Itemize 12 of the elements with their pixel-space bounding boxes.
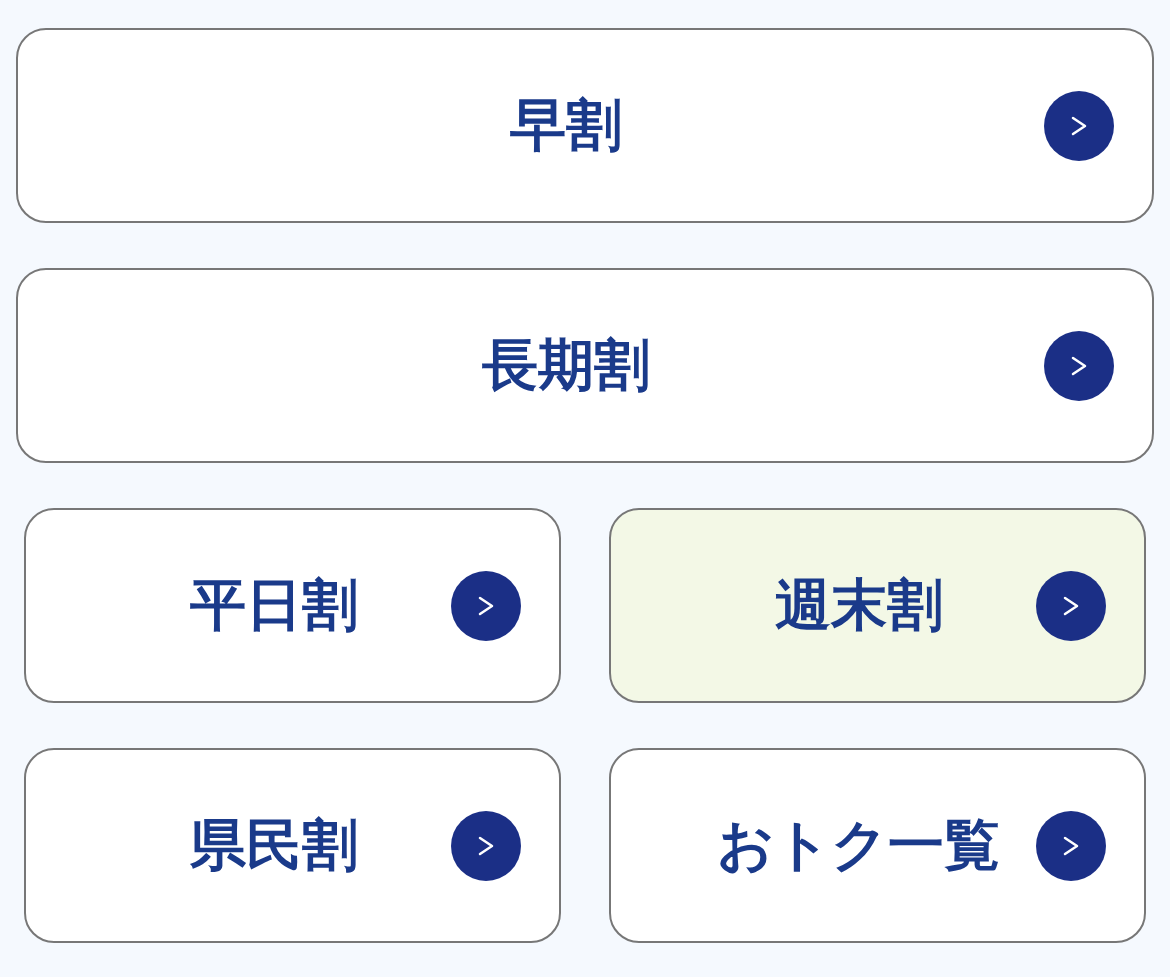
- chevron-circle-icon: [1036, 570, 1106, 641]
- chevron-circle-icon: [451, 810, 521, 881]
- discount-button[interactable]: おトク一覧: [609, 748, 1146, 943]
- discount-button[interactable]: 早割: [16, 28, 1154, 223]
- chevron-circle-icon: [451, 570, 521, 641]
- discount-button[interactable]: 平日割: [24, 508, 561, 703]
- chevron-circle-icon: [1044, 330, 1114, 401]
- chevron-circle-icon: [1044, 90, 1114, 161]
- discount-button[interactable]: 県民割: [24, 748, 561, 943]
- chevron-circle-icon: [1036, 810, 1106, 881]
- discount-button[interactable]: 週末割: [609, 508, 1146, 703]
- discount-button[interactable]: 長期割: [16, 268, 1154, 463]
